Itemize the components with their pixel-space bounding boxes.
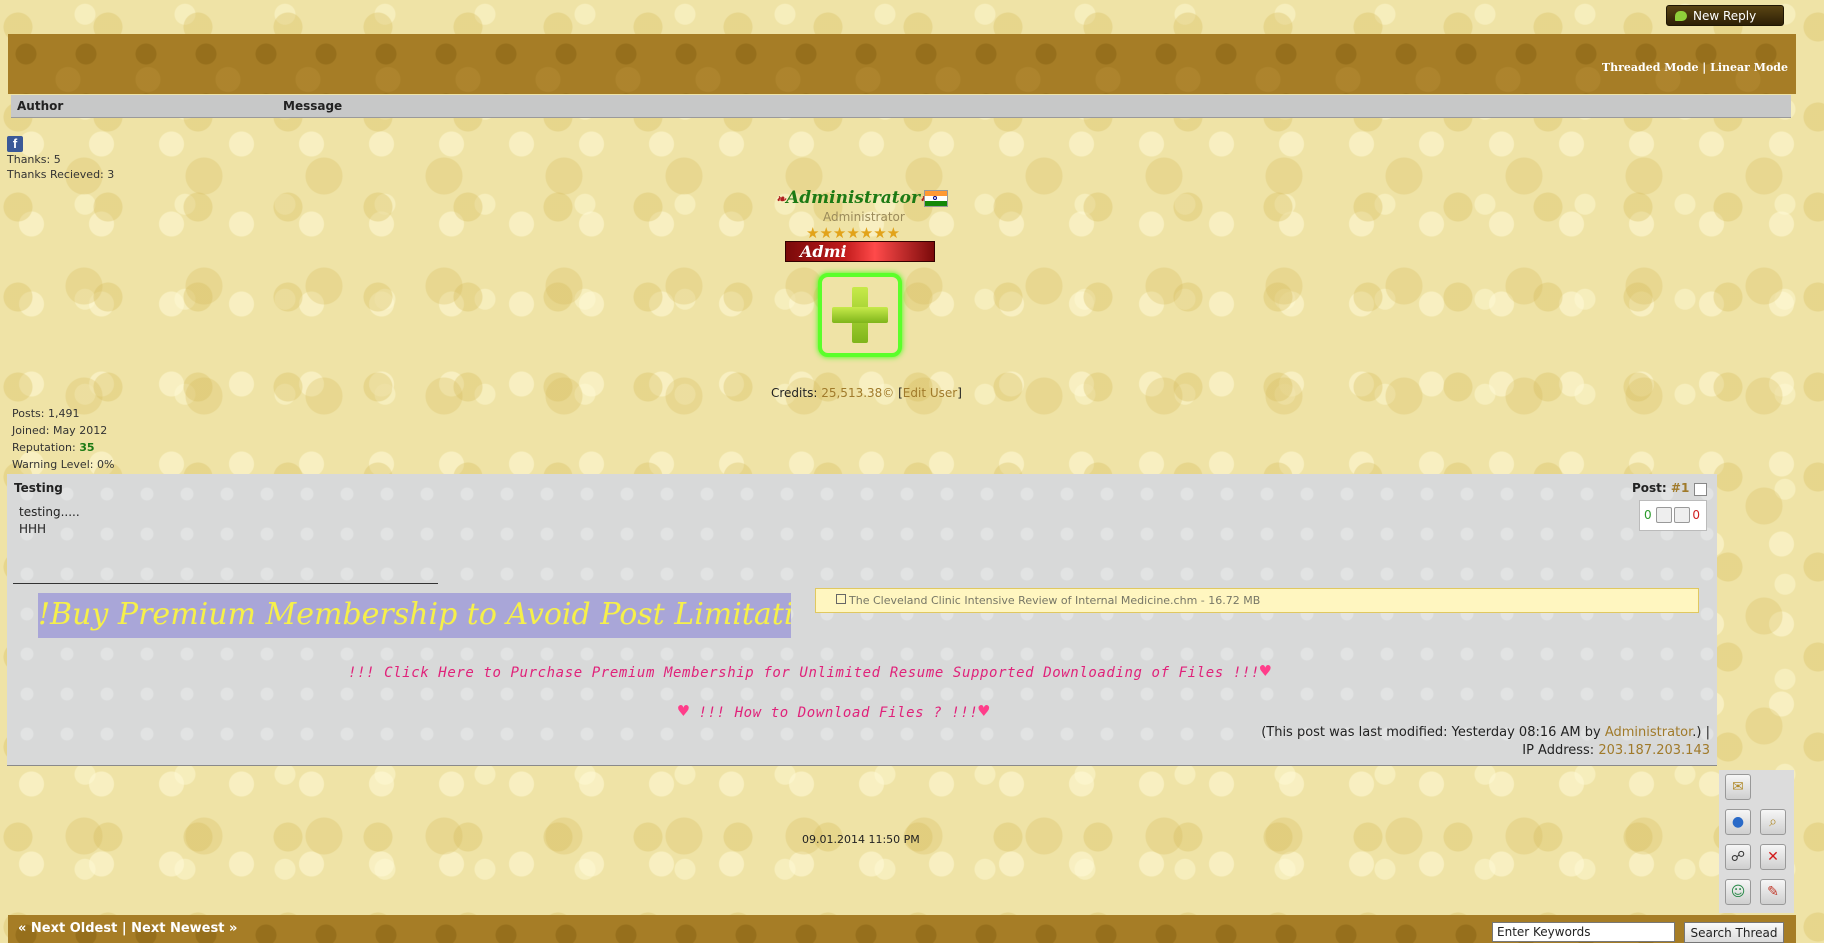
- post-modified-info: (This post was last modified: Yesterday …: [1261, 724, 1710, 760]
- edit-button[interactable]: ✎: [1760, 879, 1786, 905]
- find-posts-button[interactable]: ⌕: [1760, 809, 1786, 835]
- posts-count: Posts: 1,491: [12, 407, 80, 420]
- purchase-link-text: !!! Click Here to Purchase Premium Membe…: [348, 665, 1260, 681]
- credits-line: Credits: 25,513.38© [Edit User]: [771, 386, 962, 400]
- post-body-line: testing.....: [19, 505, 80, 519]
- attachment-icon: [836, 594, 846, 604]
- envelope-icon: ✉: [1732, 779, 1744, 795]
- author-stats: Posts: 1,491 Joined: May 2012 Reputation…: [12, 405, 114, 473]
- post-subject: Testing: [14, 481, 63, 495]
- thanks-count: Thanks: 5: [7, 153, 61, 166]
- thread-header-bar: [8, 34, 1796, 94]
- new-reply-label: New Reply: [1693, 8, 1757, 23]
- message-column-header: Message: [283, 99, 343, 113]
- profile-button[interactable]: ☺: [1725, 879, 1751, 905]
- close-icon: ✕: [1767, 849, 1779, 865]
- india-flag-icon: [924, 190, 948, 207]
- thumbs-down-icon[interactable]: [1674, 507, 1690, 523]
- ip-address-link[interactable]: 203.187.203.143: [1598, 743, 1710, 758]
- mode-separator: |: [1698, 61, 1711, 74]
- next-newest-link[interactable]: Next Newest »: [131, 921, 237, 936]
- post-label: Post:: [1632, 481, 1667, 495]
- search-keywords-input[interactable]: [1492, 922, 1675, 942]
- report-button[interactable]: ☍: [1725, 844, 1751, 870]
- rank-stars: ★★★★★★★: [806, 224, 901, 242]
- thumbs-up-icon[interactable]: [1656, 507, 1672, 523]
- modified-text: (This post was last modified: Yesterday …: [1261, 725, 1605, 740]
- heart-icon: ♥: [978, 701, 990, 722]
- reputation-value[interactable]: 35: [79, 441, 94, 454]
- reputation-label: Reputation:: [12, 441, 76, 454]
- author-column-header: Author: [17, 99, 64, 113]
- binoculars-icon: ☍: [1730, 849, 1746, 865]
- author-username[interactable]: ❧Administrator❧: [776, 188, 930, 208]
- search-icon: ⌕: [1769, 814, 1777, 830]
- attachment-box[interactable]: The Cleveland Clinic Intensive Review of…: [815, 588, 1699, 613]
- new-reply-button[interactable]: New Reply: [1666, 5, 1784, 26]
- facebook-icon[interactable]: f: [7, 136, 23, 152]
- how-to-download-link[interactable]: ♥ !!! How to Download Files ? !!!♥: [678, 701, 990, 722]
- search-thread-button[interactable]: Search Thread: [1684, 922, 1784, 943]
- ip-label: IP Address:: [1522, 743, 1595, 758]
- credits-label: Credits:: [771, 386, 818, 400]
- credits-value: 25,513.38©: [821, 386, 895, 400]
- reputation: Reputation: 35: [12, 439, 114, 456]
- globe-icon: ●: [1731, 814, 1745, 830]
- email-button[interactable]: ✉: [1725, 774, 1751, 800]
- post-number: Post: #1: [1632, 481, 1689, 495]
- joined-date: Joined: May 2012: [12, 424, 108, 437]
- thread-navigation: « Next Oldest | Next Newest »: [18, 921, 237, 936]
- user-icon: ☺: [1730, 884, 1746, 900]
- rank-badge: Admi: [785, 241, 935, 262]
- avatar: [818, 273, 902, 357]
- vote-box: 0 0: [1639, 500, 1707, 531]
- post-date: 09.01.2014 11:50 PM: [802, 833, 920, 846]
- warning-level: Warning Level: 0%: [12, 458, 115, 471]
- next-oldest-link[interactable]: « Next Oldest: [18, 921, 117, 936]
- heart-icon: ♥: [1259, 661, 1272, 682]
- nav-separator: |: [117, 921, 132, 936]
- column-header: Author Message: [11, 95, 1791, 118]
- select-post-checkbox[interactable]: [1694, 483, 1707, 496]
- rank-badge-label: Admi: [800, 242, 847, 261]
- website-button[interactable]: ●: [1725, 809, 1751, 835]
- modified-by-link[interactable]: Administrator: [1605, 725, 1692, 740]
- speech-bubble-icon: [1675, 10, 1687, 21]
- thanks-received-count: Thanks Recieved: 3: [7, 168, 115, 181]
- username-ornament-left: ❧: [776, 192, 787, 206]
- attachment-name: The Cleveland Clinic Intensive Review of…: [849, 594, 1261, 607]
- post-number-link[interactable]: #1: [1671, 481, 1689, 495]
- modified-text-end: .) |: [1692, 725, 1710, 740]
- purchase-premium-link[interactable]: !!! Click Here to Purchase Premium Membe…: [348, 661, 1271, 682]
- upvote-count: 0: [1644, 508, 1652, 522]
- howto-link-text: !!! How to Download Files ? !!!: [689, 705, 979, 721]
- signature-divider: [13, 583, 438, 584]
- premium-banner[interactable]: !Buy Premium Membership to Avoid Post Li…: [38, 593, 791, 638]
- linear-mode-link[interactable]: Linear Mode: [1710, 61, 1788, 74]
- username-text: Administrator: [786, 188, 920, 208]
- pencil-icon: ✎: [1767, 884, 1779, 900]
- delete-button[interactable]: ✕: [1760, 844, 1786, 870]
- view-mode-switch: Threaded Mode | Linear Mode: [1602, 61, 1788, 74]
- heart-icon: ♥: [678, 701, 690, 722]
- user-title: Administrator: [823, 210, 905, 224]
- post-body-line: HHH: [19, 522, 47, 536]
- post-body: testing..... HHH: [19, 504, 80, 538]
- threaded-mode-link[interactable]: Threaded Mode: [1602, 61, 1699, 74]
- edit-user-link[interactable]: Edit User: [903, 386, 957, 400]
- downvote-count: 0: [1692, 508, 1700, 522]
